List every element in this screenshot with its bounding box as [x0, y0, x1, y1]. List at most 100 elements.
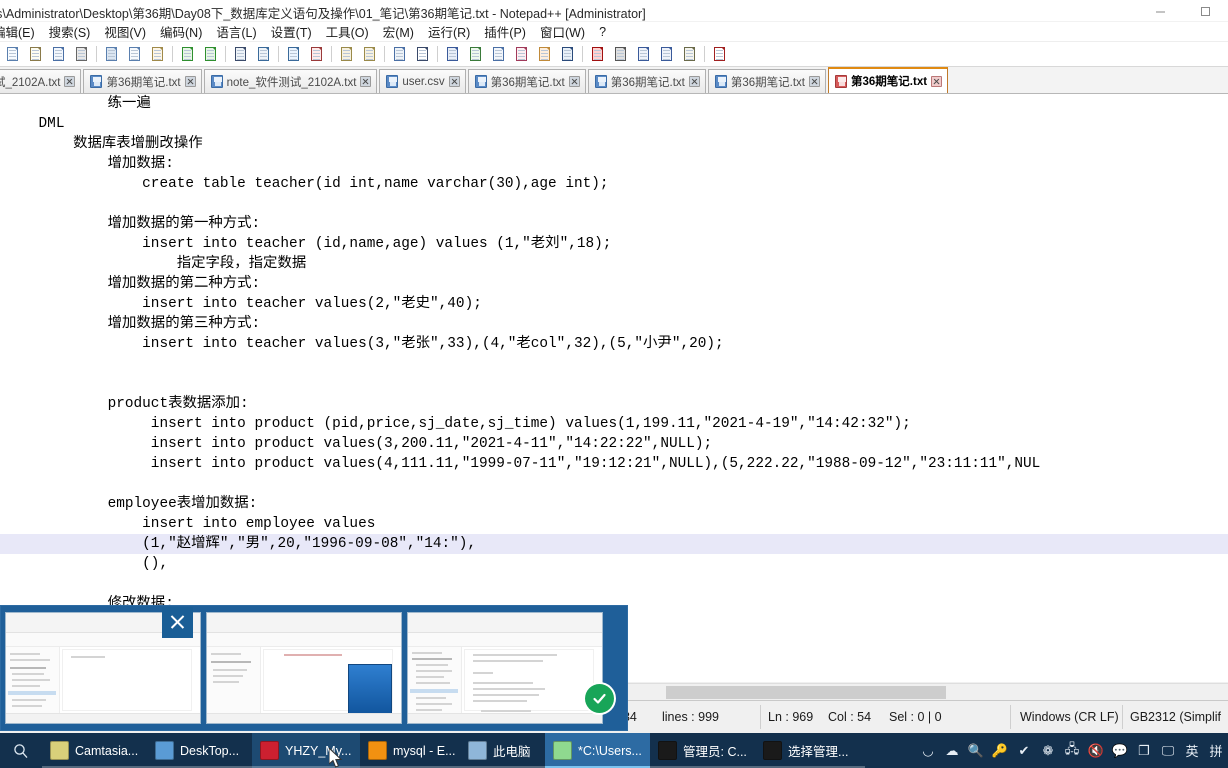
replace-icon[interactable]	[253, 43, 275, 65]
paste-icon[interactable]	[147, 43, 169, 65]
menu-item-macro[interactable]: 宏(M)	[376, 22, 421, 41]
taskbar-task-3[interactable]: mysql - E...	[360, 733, 460, 768]
document-map-icon[interactable]	[488, 43, 510, 65]
tab-close-icon[interactable]	[360, 76, 372, 87]
code-line[interactable]: employee表增加数据:	[0, 494, 1228, 514]
code-line[interactable]: 增加数据的第二种方式:	[0, 274, 1228, 294]
chess-app-icon[interactable]: ❁	[1036, 733, 1060, 768]
key-icon[interactable]: 🔑	[988, 733, 1012, 768]
zoom-out-icon[interactable]	[306, 43, 328, 65]
find-icon[interactable]	[230, 43, 252, 65]
print-icon[interactable]	[71, 43, 93, 65]
taskbar-task-6[interactable]: 管理员: C...	[650, 733, 755, 768]
code-line[interactable]	[0, 374, 1228, 394]
scrollbar-thumb[interactable]	[666, 686, 946, 699]
tab-6[interactable]: 第36期笔记.txt	[707, 69, 826, 93]
menu-item-settings[interactable]: 设置(T)	[264, 22, 319, 41]
stop-macro-icon[interactable]	[610, 43, 632, 65]
save-file-icon[interactable]	[48, 43, 70, 65]
menu-item-run[interactable]: 运行(R)	[421, 22, 477, 41]
monitoring-icon[interactable]	[557, 43, 579, 65]
new-file-icon[interactable]	[2, 43, 24, 65]
tab-3[interactable]: user.csv	[379, 69, 466, 93]
menu-item-window[interactable]: 窗口(W)	[533, 22, 592, 41]
taskbar-task-1[interactable]: DeskTop...	[147, 733, 252, 768]
fast-play-macro-icon[interactable]	[656, 43, 678, 65]
close-preview-button[interactable]	[162, 607, 193, 638]
taskbar-task-4[interactable]: 此电脑	[460, 733, 545, 768]
code-line[interactable]: insert into teacher values(2,"老史",40);	[0, 294, 1228, 314]
everything-search-icon[interactable]: 🔍	[964, 733, 988, 768]
tab-close-icon[interactable]	[688, 76, 700, 87]
code-line[interactable]: 增加数据的第一种方式:	[0, 214, 1228, 234]
open-file-icon[interactable]	[25, 43, 47, 65]
menu-item-encoding[interactable]: 编码(N)	[153, 22, 209, 41]
taskbar-task-0[interactable]: Camtasia...	[42, 733, 147, 768]
user-defined-dialogue-icon[interactable]	[465, 43, 487, 65]
menu-item-language[interactable]: 语言(L)	[209, 22, 263, 41]
volume-muted-icon[interactable]: 🔇	[1084, 733, 1108, 768]
zoom-in-icon[interactable]	[283, 43, 305, 65]
code-line[interactable]: 练一遍	[0, 94, 1228, 114]
tab-close-icon[interactable]	[809, 76, 820, 87]
code-line[interactable]: 数据库表增删改操作	[0, 134, 1228, 154]
tab-close-icon[interactable]	[448, 76, 460, 87]
code-line[interactable]: (),	[0, 554, 1228, 574]
word-document-thumbnail-3[interactable]	[407, 612, 603, 724]
code-line[interactable]: 增加数据:	[0, 154, 1228, 174]
code-line[interactable]	[0, 194, 1228, 214]
code-line[interactable]: (1,"赵增辉","男",20,"1996-09-08","14:"),	[0, 534, 1228, 554]
word-document-thumbnail-2[interactable]	[206, 612, 402, 724]
tab-4[interactable]: 第36期笔记.txt	[467, 69, 586, 93]
taskbar-task-2[interactable]: YHZY_My...	[252, 733, 360, 768]
code-line[interactable]: insert into product (pid,price,sj_date,s…	[0, 414, 1228, 434]
folder-as-workspace-icon[interactable]	[534, 43, 556, 65]
network-icon[interactable]: 🖧	[1060, 733, 1084, 768]
sync-scroll-horizontal-icon[interactable]	[359, 43, 381, 65]
code-line[interactable]: insert into employee values	[0, 514, 1228, 534]
clipboard-icon[interactable]: ❐	[1132, 733, 1156, 768]
menu-item-view[interactable]: 视图(V)	[97, 22, 153, 41]
code-line[interactable]: insert into teacher (id,name,age) values…	[0, 234, 1228, 254]
ime-pinyin-icon[interactable]: 拼	[1204, 733, 1228, 768]
undo-icon[interactable]	[177, 43, 199, 65]
code-line[interactable]: create table teacher(id int,name varchar…	[0, 174, 1228, 194]
tab-close-icon[interactable]	[931, 75, 943, 87]
code-line[interactable]: 增加数据的第三种方式:	[0, 314, 1228, 334]
menu-item-tools[interactable]: 工具(O)	[319, 22, 376, 41]
code-line[interactable]	[0, 474, 1228, 494]
minimize-button[interactable]	[1138, 0, 1183, 22]
taskbar-task-5[interactable]: *C:\Users...	[545, 733, 650, 768]
maximize-button[interactable]	[1183, 0, 1228, 22]
cut-icon[interactable]	[101, 43, 123, 65]
tab-close-icon[interactable]	[64, 76, 76, 87]
taskbar-thumbnail-preview[interactable]	[0, 605, 628, 731]
sync-scroll-vertical-icon[interactable]	[336, 43, 358, 65]
word-wrap-icon[interactable]	[389, 43, 411, 65]
taskbar-task-7[interactable]: 选择管理...	[755, 733, 865, 768]
show-all-characters-icon[interactable]	[412, 43, 434, 65]
search-icon[interactable]	[0, 733, 42, 768]
indent-guide-icon[interactable]	[442, 43, 464, 65]
cloud-sync-icon[interactable]: ☁	[940, 733, 964, 768]
menu-item-search[interactable]: 搜索(S)	[42, 22, 98, 41]
chat-icon[interactable]: 💬	[1108, 733, 1132, 768]
menu-item-edit[interactable]: 编辑(E)	[0, 22, 42, 41]
ime-language-icon[interactable]: 英	[1180, 733, 1204, 768]
function-list-icon[interactable]	[511, 43, 533, 65]
code-line[interactable]: insert into teacher values(3,"老张",33),(4…	[0, 334, 1228, 354]
shield-check-icon[interactable]: ✔	[1012, 733, 1036, 768]
menu-item-plugins[interactable]: 插件(P)	[477, 22, 533, 41]
code-line[interactable]	[0, 354, 1228, 374]
spell-check-icon[interactable]	[709, 43, 731, 65]
record-macro-icon[interactable]	[587, 43, 609, 65]
show-hidden-icons-icon[interactable]: ◡	[916, 733, 940, 768]
menu-item-help[interactable]: ?	[592, 24, 613, 40]
code-line[interactable]: DML	[0, 114, 1228, 134]
tab-0[interactable]: 件测试_2102A.txt	[0, 69, 82, 93]
tab-2[interactable]: note_软件测试_2102A.txt	[203, 69, 378, 93]
display-icon[interactable]: 🖵	[1156, 733, 1180, 768]
code-line[interactable]: product表数据添加:	[0, 394, 1228, 414]
code-line[interactable]	[0, 574, 1228, 594]
code-line[interactable]: insert into product values(3,200.11,"202…	[0, 434, 1228, 454]
